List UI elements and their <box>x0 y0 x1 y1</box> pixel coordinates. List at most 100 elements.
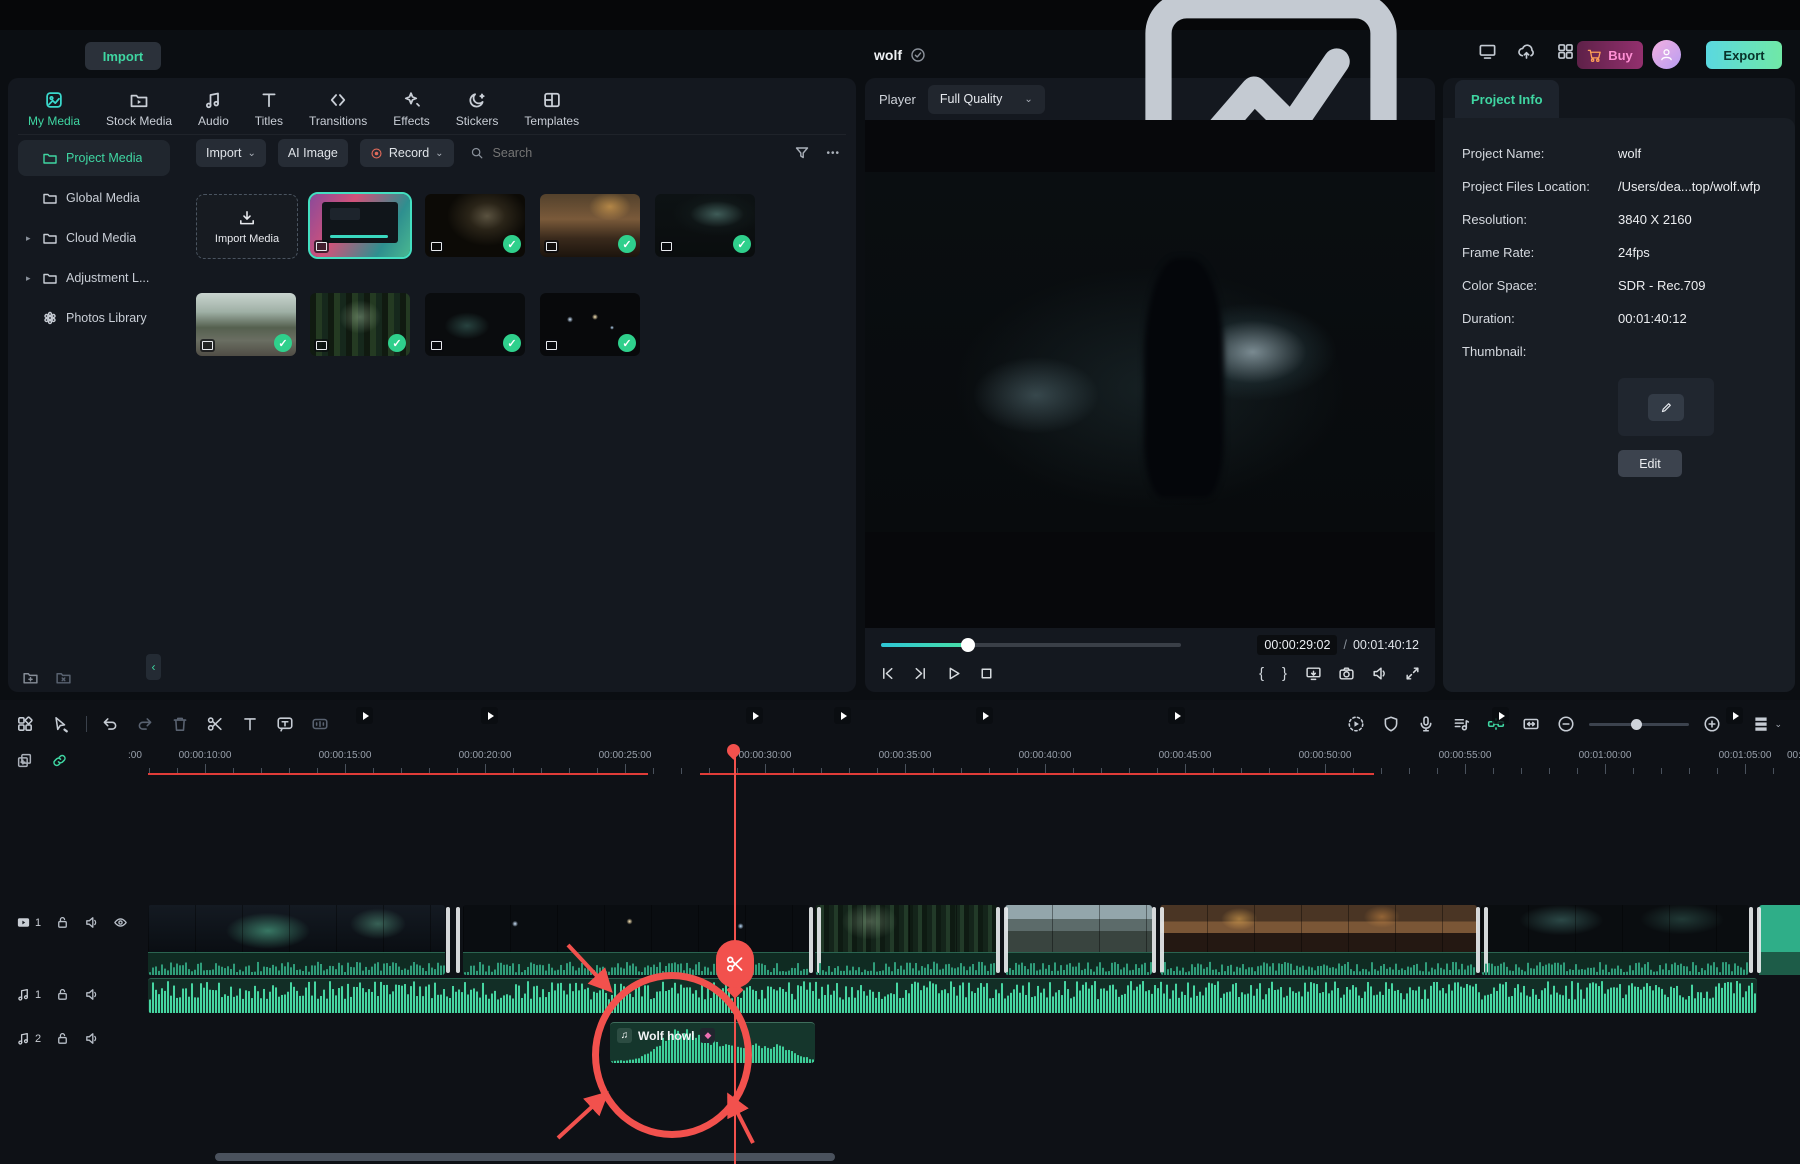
play-icon[interactable] <box>945 665 962 682</box>
search-box[interactable] <box>470 145 783 161</box>
video-clip[interactable] <box>815 905 997 975</box>
clip-edge[interactable] <box>456 907 460 973</box>
filter-icon[interactable] <box>794 145 810 161</box>
previous-frame-icon[interactable] <box>879 665 896 682</box>
tab-project-info[interactable]: Project Info <box>1455 80 1559 118</box>
mark-in-button[interactable]: { <box>1259 665 1264 682</box>
audio-clip-track1[interactable] <box>148 978 1757 1013</box>
clip-play-badge <box>746 707 763 724</box>
media-thumb[interactable]: ✓ <box>425 293 525 356</box>
media-panel: My Media Stock Media Audio Titles Transi… <box>8 78 856 692</box>
sidebar-item-photos-library[interactable]: Photos Library <box>18 300 170 336</box>
tab-audio[interactable]: Audio <box>198 90 229 128</box>
media-thumb[interactable]: ✓ <box>196 293 296 356</box>
next-frame-icon[interactable] <box>912 665 929 682</box>
sidebar-item-global-media[interactable]: Global Media <box>18 180 170 216</box>
player-progress-track[interactable] <box>881 643 1181 647</box>
fullscreen-icon[interactable] <box>1404 665 1421 682</box>
video-stage[interactable] <box>865 120 1435 628</box>
quality-dropdown[interactable]: Full Quality ⌄ <box>928 85 1045 114</box>
user-icon <box>1659 47 1674 62</box>
tab-effects[interactable]: Effects <box>393 90 429 128</box>
media-thumb[interactable]: ✓ <box>655 194 755 257</box>
video-clip[interactable] <box>1481 905 1749 975</box>
record-dropdown-button[interactable]: Record⌄ <box>360 139 454 167</box>
tab-titles[interactable]: Titles <box>255 90 283 128</box>
import-project-button[interactable]: Import <box>85 42 161 70</box>
media-thumb[interactable]: ✓ <box>540 194 640 257</box>
player-panel: Player Full Quality ⌄ 00:00:29:02 / 00:0… <box>865 78 1435 692</box>
workspace-layout-icon[interactable] <box>1556 42 1575 61</box>
new-folder-icon[interactable] <box>22 669 39 686</box>
sidebar-item-adjustment-layer[interactable]: ▸Adjustment L... <box>18 260 170 296</box>
field-value: 00:01:40:12 <box>1618 311 1687 326</box>
ai-image-button[interactable]: AI Image <box>278 139 348 167</box>
in-use-check-icon: ✓ <box>733 235 751 253</box>
video-clip[interactable] <box>1160 905 1477 975</box>
media-thumb[interactable]: ✓ <box>310 293 410 356</box>
thumbnail-box[interactable] <box>1618 378 1714 436</box>
edit-button[interactable]: Edit <box>1618 450 1682 477</box>
folder-icon <box>42 150 58 166</box>
expand-caret[interactable]: ▸ <box>26 273 34 284</box>
quality-value: Full Quality <box>940 92 1003 106</box>
volume-icon[interactable] <box>1371 665 1388 682</box>
media-thumb[interactable]: ✓ <box>425 194 525 257</box>
scrollbar-thumb[interactable] <box>215 1153 835 1161</box>
video-clip-partial[interactable] <box>1759 905 1800 975</box>
mirror-display-icon[interactable] <box>1305 665 1322 682</box>
scissors-icon <box>725 954 745 974</box>
clip-edge[interactable] <box>446 907 450 973</box>
video-clip[interactable] <box>148 905 445 975</box>
tab-label: Effects <box>393 114 429 128</box>
player-progress-thumb[interactable] <box>961 638 975 652</box>
search-icon <box>470 146 484 160</box>
sidebar-item-project-media[interactable]: Project Media <box>18 140 170 176</box>
folder-icon <box>42 270 58 286</box>
export-button[interactable]: Export <box>1706 41 1782 69</box>
tab-my-media[interactable]: My Media <box>28 90 80 128</box>
tab-transitions[interactable]: Transitions <box>309 90 367 128</box>
media-thumb[interactable]: ✓ <box>540 293 640 356</box>
media-thumb-selected[interactable] <box>310 194 410 257</box>
cloud-upload-icon[interactable] <box>1517 42 1536 61</box>
import-dropdown-button[interactable]: Import⌄ <box>196 139 266 167</box>
mark-out-button[interactable]: } <box>1282 665 1287 682</box>
avatar[interactable] <box>1652 40 1681 69</box>
media-main: Import⌄ AI Image Record⌄ ••• Import Medi… <box>188 130 848 692</box>
snapshot-camera-icon[interactable] <box>1338 665 1355 682</box>
ai-image-label: AI Image <box>288 146 338 160</box>
film-icon <box>314 339 329 352</box>
film-icon <box>200 339 215 352</box>
record-label: Record <box>389 146 429 160</box>
import-media-tile[interactable]: Import Media <box>196 194 298 259</box>
video-frame <box>865 172 1435 532</box>
annotation-circle <box>592 972 752 1138</box>
horizontal-scrollbar[interactable] <box>0 1153 1800 1162</box>
clip-edge[interactable] <box>1757 907 1761 973</box>
tab-templates[interactable]: Templates <box>524 90 579 128</box>
buy-button[interactable]: Buy <box>1577 41 1643 69</box>
stickers-icon <box>467 90 487 110</box>
tab-stock-media[interactable]: Stock Media <box>106 90 172 128</box>
expand-caret[interactable]: ▸ <box>26 233 34 244</box>
edit-thumbnail-button[interactable] <box>1648 394 1684 421</box>
more-options-icon[interactable]: ••• <box>826 148 840 159</box>
delete-folder-icon[interactable] <box>55 669 72 686</box>
clip-edge[interactable] <box>1152 907 1156 973</box>
sidebar-item-cloud-media[interactable]: ▸Cloud Media <box>18 220 170 256</box>
folder-icon <box>42 230 58 246</box>
connect-device-icon[interactable] <box>1478 42 1497 61</box>
search-input[interactable] <box>491 145 635 161</box>
tab-stickers[interactable]: Stickers <box>456 90 499 128</box>
split-scissors-badge[interactable] <box>716 940 754 988</box>
field-label: Project Files Location: <box>1462 179 1618 194</box>
player-progress-fill <box>881 643 968 647</box>
download-icon <box>238 209 256 227</box>
video-clip[interactable] <box>463 905 810 975</box>
clip-edge[interactable] <box>1749 907 1753 973</box>
collapse-sidebar-button[interactable]: ‹ <box>146 654 161 680</box>
flower-icon <box>42 310 58 326</box>
video-clip[interactable] <box>1005 905 1152 975</box>
stop-icon[interactable] <box>978 665 995 682</box>
